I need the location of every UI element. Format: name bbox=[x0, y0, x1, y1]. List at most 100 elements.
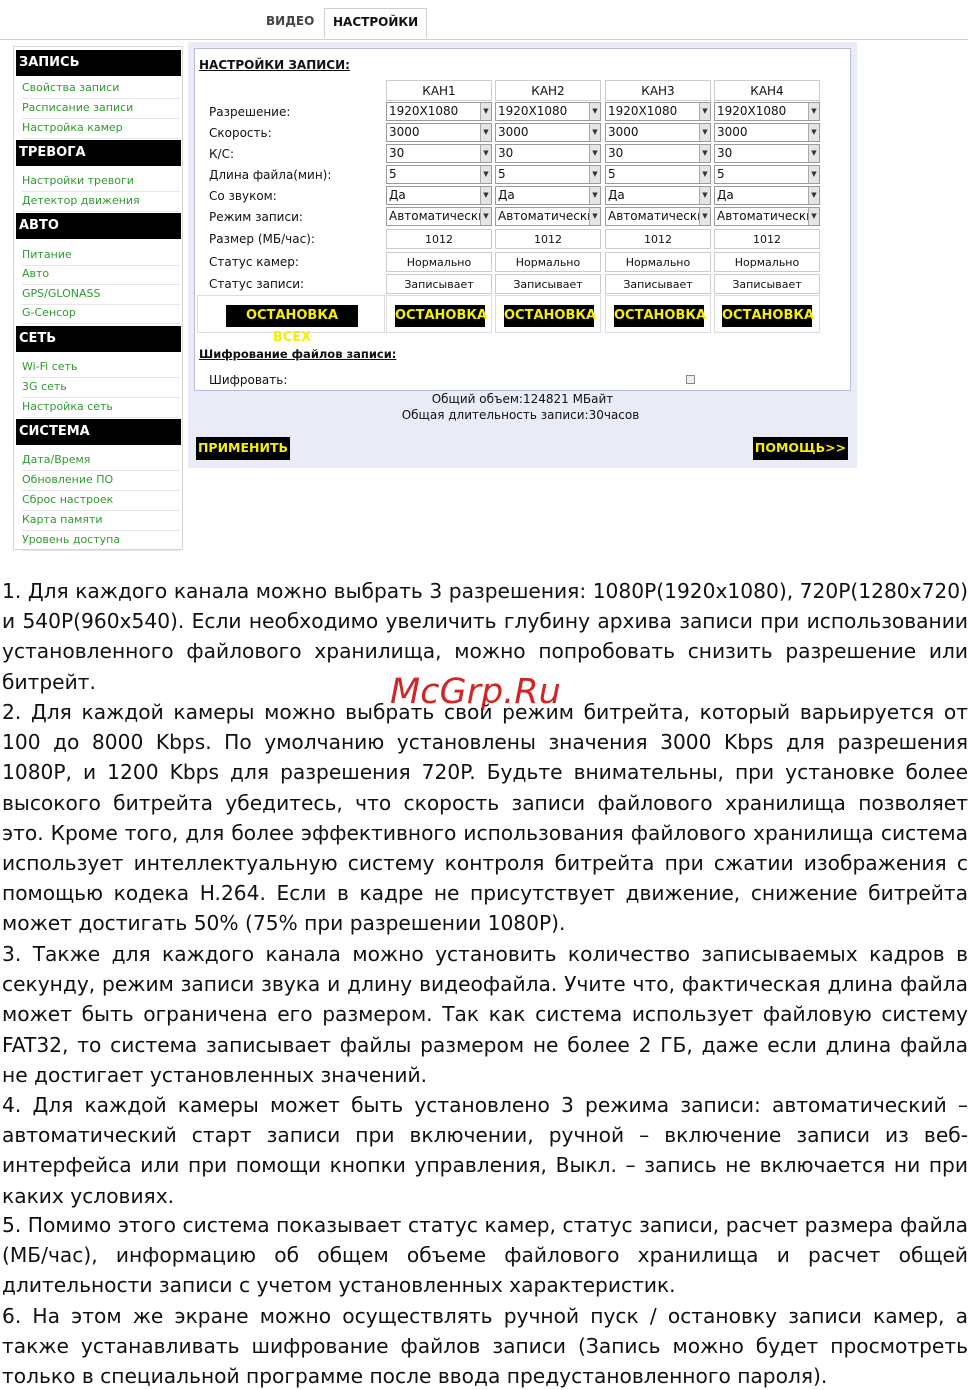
file-length-select[interactable]: 5 ▼ bbox=[605, 165, 711, 184]
size-value: 1012 bbox=[386, 229, 492, 249]
audio-value: Да bbox=[717, 188, 734, 202]
sidebar-item-reset[interactable]: Сброс настроек bbox=[22, 492, 180, 511]
file-length-value: 5 bbox=[498, 167, 506, 181]
encryption-title: Шифрование файлов записи: bbox=[199, 347, 397, 361]
dropdown-arrow-icon: ▼ bbox=[480, 103, 491, 120]
label-audio: Со звуком: bbox=[209, 189, 277, 203]
resolution-value: 1920X1080 bbox=[608, 104, 678, 118]
label-bitrate: Скорость: bbox=[209, 126, 272, 140]
resolution-select[interactable]: 1920X1080 ▼ bbox=[605, 102, 711, 121]
resolution-select[interactable]: 1920X1080 ▼ bbox=[714, 102, 820, 121]
record-status-value: Записывает bbox=[386, 274, 492, 294]
sidebar-item-auto[interactable]: Авто bbox=[22, 266, 180, 285]
watermark: McGrp.Ru bbox=[390, 672, 561, 712]
sidebar-item-access-level[interactable]: Уровень доступа bbox=[22, 532, 180, 551]
audio-select[interactable]: Да ▼ bbox=[605, 186, 711, 205]
encrypt-checkbox[interactable] bbox=[686, 375, 695, 384]
record-mode-value: Автоматический bbox=[498, 209, 590, 223]
fps-select[interactable]: 30 ▼ bbox=[495, 144, 601, 163]
stop-channel-button[interactable]: ОСТАНОВКА bbox=[722, 305, 814, 327]
resolution-select[interactable]: 1920X1080 ▼ bbox=[386, 102, 492, 121]
dropdown-arrow-icon: ▼ bbox=[808, 187, 819, 204]
tab-settings[interactable]: НАСТРОЙКИ bbox=[324, 8, 428, 38]
dropdown-arrow-icon: ▼ bbox=[699, 124, 710, 141]
dropdown-arrow-icon: ▼ bbox=[699, 208, 710, 225]
record-status-value: Записывает bbox=[605, 274, 711, 294]
channel-header: КАН3 bbox=[605, 80, 711, 101]
dropdown-arrow-icon: ▼ bbox=[699, 145, 710, 162]
fps-value: 30 bbox=[498, 146, 514, 160]
sidebar-item-g-sensor[interactable]: G-Сенсор bbox=[22, 305, 180, 324]
sidebar-section-record: ЗАПИСЬ bbox=[16, 50, 181, 76]
stop-all-button[interactable]: ОСТАНОВКА ВСЕХ bbox=[226, 305, 358, 345]
resolution-select[interactable]: 1920X1080 ▼ bbox=[495, 102, 601, 121]
record-settings-panel: НАСТРОЙКИ ЗАПИСИ: КАН1 КАН2 КАН3 КАН4 Ра… bbox=[188, 42, 857, 468]
bitrate-value: 3000 bbox=[498, 125, 529, 139]
dropdown-arrow-icon: ▼ bbox=[699, 187, 710, 204]
stop-channel-button[interactable]: ОСТАНОВКА bbox=[504, 305, 596, 327]
dropdown-arrow-icon: ▼ bbox=[808, 166, 819, 183]
dropdown-arrow-icon: ▼ bbox=[589, 145, 600, 162]
record-mode-select[interactable]: Автоматический▼ bbox=[605, 207, 711, 226]
paragraph-5: 5. Помимо этого система показывает стату… bbox=[2, 1213, 968, 1298]
file-length-select[interactable]: 5 ▼ bbox=[386, 165, 492, 184]
file-length-select[interactable]: 5 ▼ bbox=[495, 165, 601, 184]
record-status-value: Записывает bbox=[714, 274, 820, 294]
audio-value: Да bbox=[608, 188, 625, 202]
audio-select[interactable]: Да ▼ bbox=[495, 186, 601, 205]
bitrate-select[interactable]: 3000 ▼ bbox=[386, 123, 492, 142]
label-record-mode: Режим записи: bbox=[209, 210, 303, 224]
record-mode-value: Автоматический bbox=[389, 209, 481, 223]
bitrate-select[interactable]: 3000 ▼ bbox=[605, 123, 711, 142]
dropdown-arrow-icon: ▼ bbox=[480, 187, 491, 204]
dropdown-arrow-icon: ▼ bbox=[589, 124, 600, 141]
record-mode-select[interactable]: Автоматический▼ bbox=[495, 207, 601, 226]
camera-status-value: Нормально bbox=[605, 252, 711, 272]
resolution-value: 1920X1080 bbox=[717, 104, 787, 118]
size-value: 1012 bbox=[714, 229, 820, 249]
sidebar-item-firmware-update[interactable]: Обновление ПО bbox=[22, 472, 180, 491]
encrypt-label: Шифровать: bbox=[209, 373, 288, 387]
fps-select[interactable]: 30 ▼ bbox=[714, 144, 820, 163]
fps-select[interactable]: 30 ▼ bbox=[605, 144, 711, 163]
channel-header: КАН4 bbox=[714, 80, 820, 101]
stop-channel-button[interactable]: ОСТАНОВКА bbox=[614, 305, 706, 327]
audio-select[interactable]: Да ▼ bbox=[714, 186, 820, 205]
bitrate-value: 3000 bbox=[717, 125, 748, 139]
sidebar-item-memory-card[interactable]: Карта памяти bbox=[22, 512, 180, 531]
paragraph-2: 2. Для каждой камеры можно выбрать свой … bbox=[2, 700, 968, 936]
sidebar-item-alarm-settings[interactable]: Настройки тревоги bbox=[22, 173, 180, 192]
stop-channel-button[interactable]: ОСТАНОВКА bbox=[395, 305, 487, 327]
channel-header: КАН1 bbox=[386, 80, 492, 101]
dropdown-arrow-icon: ▼ bbox=[808, 124, 819, 141]
bitrate-select[interactable]: 3000 ▼ bbox=[495, 123, 601, 142]
label-record-status: Статус записи: bbox=[209, 277, 305, 291]
sidebar-section-system: СИСТЕМА bbox=[16, 419, 181, 445]
sidebar-item-3g[interactable]: 3G сеть bbox=[22, 379, 180, 398]
sidebar-item-motion-detector[interactable]: Детектор движения bbox=[22, 193, 180, 212]
sidebar-item-record-schedule[interactable]: Расписание записи bbox=[22, 100, 180, 119]
paragraph-6: 6. На этом же экране можно осуществлять … bbox=[2, 1304, 968, 1389]
help-button[interactable]: ПОМОЩЬ>> bbox=[753, 437, 848, 460]
sidebar-item-power[interactable]: Питание bbox=[22, 247, 180, 266]
record-mode-select[interactable]: Автоматический▼ bbox=[714, 207, 820, 226]
sidebar-item-network-settings[interactable]: Настройка сеть bbox=[22, 399, 180, 418]
sidebar-item-record-properties[interactable]: Свойства записи bbox=[22, 80, 180, 99]
record-mode-select[interactable]: Автоматический▼ bbox=[386, 207, 492, 226]
bitrate-select[interactable]: 3000 ▼ bbox=[714, 123, 820, 142]
sidebar-item-datetime[interactable]: Дата/Время bbox=[22, 452, 180, 471]
sidebar-section-auto: АВТО bbox=[16, 213, 181, 239]
dropdown-arrow-icon: ▼ bbox=[480, 124, 491, 141]
bitrate-value: 3000 bbox=[389, 125, 420, 139]
fps-select[interactable]: 30 ▼ bbox=[386, 144, 492, 163]
record-settings-title: НАСТРОЙКИ ЗАПИСИ: bbox=[199, 58, 350, 72]
sidebar-item-gps[interactable]: GPS/GLONASS bbox=[22, 286, 180, 305]
sidebar-item-wifi[interactable]: Wi-Fi сеть bbox=[22, 359, 180, 378]
file-length-select[interactable]: 5 ▼ bbox=[714, 165, 820, 184]
tab-video[interactable]: ВИДЕО bbox=[258, 8, 322, 38]
camera-status-value: Нормально bbox=[386, 252, 492, 272]
dropdown-arrow-icon: ▼ bbox=[589, 166, 600, 183]
apply-button[interactable]: ПРИМЕНИТЬ bbox=[196, 437, 290, 460]
audio-select[interactable]: Да ▼ bbox=[386, 186, 492, 205]
sidebar-item-camera-settings[interactable]: Настройка камер bbox=[22, 120, 180, 139]
